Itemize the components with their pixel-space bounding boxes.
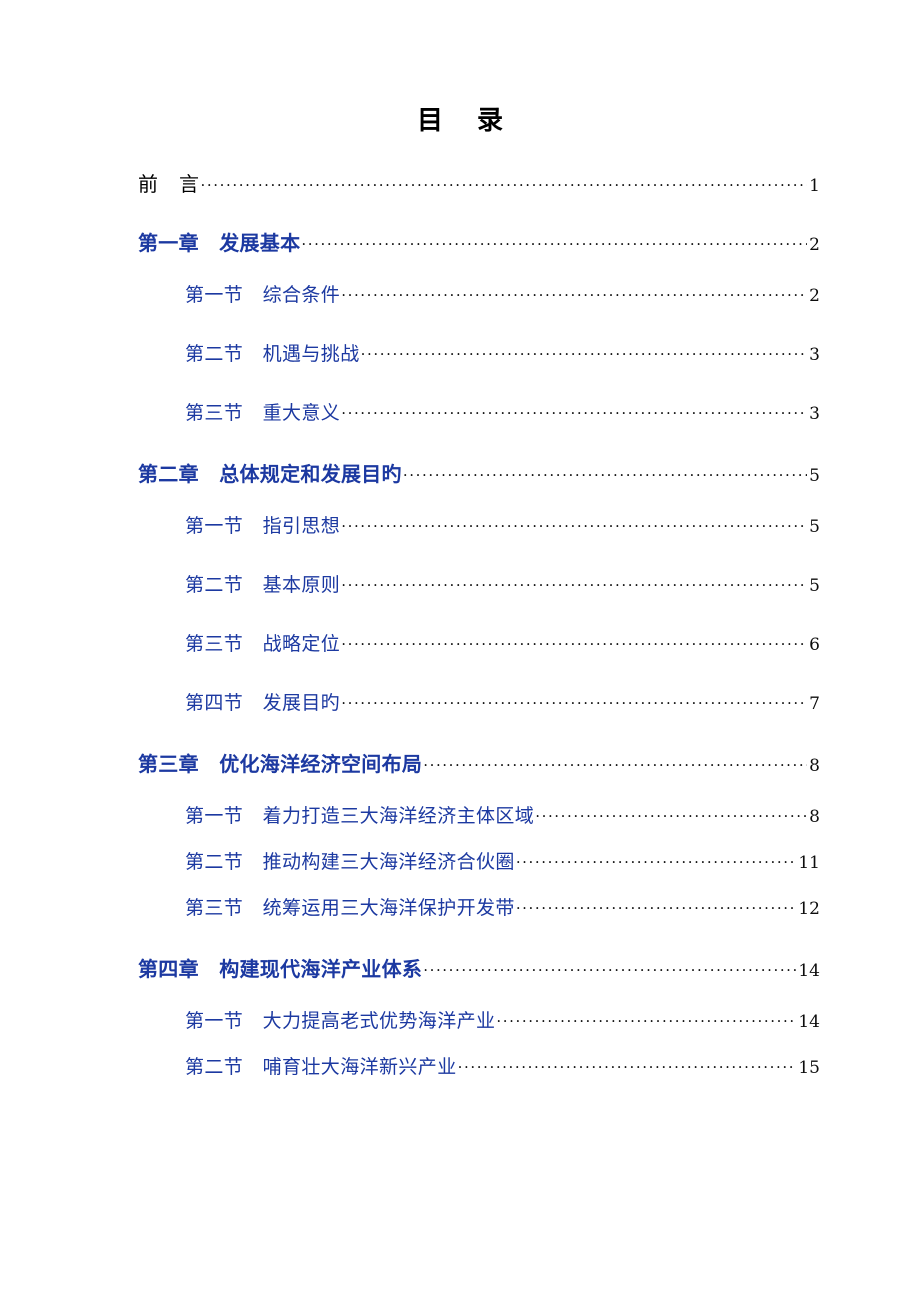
- dot-leader: [341, 693, 807, 709]
- toc-entry-chapter-1[interactable]: 第一章 发展基本 2: [0, 227, 920, 267]
- toc-entry-chapter-1-section-1[interactable]: 第一节 综合条件 2: [0, 280, 920, 318]
- toc-entry-page-number: 15: [798, 1058, 820, 1078]
- toc-entry-page-number: 1: [809, 176, 820, 196]
- dot-leader: [341, 575, 807, 591]
- dot-leader: [516, 898, 797, 914]
- toc-entry-page-number: 2: [809, 286, 820, 306]
- toc-entry-page-number: 5: [809, 517, 820, 537]
- dot-leader: [423, 960, 796, 976]
- toc-entry-list: 前 言 1 第一章 发展基本 2 第一节 综合条件 2 第二节 机遇与挑战 3: [0, 168, 920, 1090]
- toc-entry-label: 第四节 发展目旳: [185, 692, 341, 714]
- toc-entry-label: 第二章 总体规定和发展目旳: [138, 462, 402, 486]
- toc-entry-label: 第二节 哺育壮大海洋新兴产业: [185, 1056, 457, 1078]
- toc-entry-label: 第一节 着力打造三大海洋经济主体区域: [185, 805, 535, 827]
- dot-leader: [361, 344, 808, 360]
- toc-entry-label: 第二节 基本原则: [185, 574, 341, 596]
- toc-entry-chapter-4-section-2[interactable]: 第二节 哺育壮大海洋新兴产业 15: [0, 1052, 920, 1090]
- dot-leader: [341, 403, 807, 419]
- toc-entry-page-number: 8: [809, 807, 820, 827]
- toc-entry-label: 第一节 指引思想: [185, 515, 341, 537]
- dot-leader: [516, 852, 797, 868]
- toc-entry-chapter-1-section-2[interactable]: 第二节 机遇与挑战 3: [0, 339, 920, 377]
- toc-entry-chapter-2-section-3[interactable]: 第三节 战略定位 6: [0, 629, 920, 667]
- dot-leader: [535, 806, 807, 822]
- toc-entry-chapter-3-section-2[interactable]: 第二节 推动构建三大海洋经济合伙圈 11: [0, 847, 920, 885]
- toc-entry-page-number: 8: [809, 756, 820, 776]
- page-title-char-1: 目: [416, 106, 443, 136]
- toc-entry-page-number: 12: [798, 899, 820, 919]
- dot-leader: [341, 285, 807, 301]
- toc-entry-label: 第一节 综合条件: [185, 284, 341, 306]
- toc-entry-chapter-2-section-1[interactable]: 第一节 指引思想 5: [0, 511, 920, 549]
- toc-entry-label: 第二节 推动构建三大海洋经济合伙圈: [185, 851, 515, 873]
- toc-entry-page-number: 3: [809, 345, 820, 365]
- toc-entry-chapter-3[interactable]: 第三章 优化海洋经济空间布局 8: [0, 748, 920, 788]
- toc-entry-label: 第三章 优化海洋经济空间布局: [138, 752, 423, 776]
- dot-leader: [341, 516, 807, 532]
- toc-entry-label: 前 言: [138, 172, 200, 196]
- dot-leader: [341, 634, 807, 650]
- toc-page: 目录 前 言 1 第一章 发展基本 2 第一节 综合条件 2 第二节 机遇与挑战: [0, 0, 920, 1302]
- toc-entry-page-number: 2: [809, 235, 820, 255]
- toc-entry-page-number: 14: [798, 961, 820, 981]
- toc-entry-label: 第一节 大力提高老式优势海洋产业: [185, 1010, 496, 1032]
- toc-entry-page-number: 7: [809, 694, 820, 714]
- toc-entry-page-number: 3: [809, 404, 820, 424]
- toc-entry-label: 第三节 战略定位: [185, 633, 341, 655]
- toc-entry-chapter-4-section-1[interactable]: 第一节 大力提高老式优势海洋产业 14: [0, 1006, 920, 1044]
- toc-group-chapter-2: 第二章 总体规定和发展目旳 5 第一节 指引思想 5 第二节 基本原则 5 第三…: [0, 458, 920, 726]
- toc-entry-label: 第四章 构建现代海洋产业体系: [138, 957, 423, 981]
- toc-entry-page-number: 11: [798, 853, 820, 873]
- toc-group-chapter-3: 第三章 优化海洋经济空间布局 8 第一节 着力打造三大海洋经济主体区域 8 第二…: [0, 748, 920, 931]
- toc-entry-label: 第一章 发展基本: [138, 231, 301, 255]
- toc-entry-page-number: 14: [798, 1012, 820, 1032]
- page-title: 目录: [0, 104, 920, 138]
- dot-leader: [301, 234, 807, 250]
- dot-leader: [423, 755, 807, 771]
- toc-group-chapter-4: 第四章 构建现代海洋产业体系 14 第一节 大力提高老式优势海洋产业 14 第二…: [0, 953, 920, 1090]
- toc-entry-front-matter[interactable]: 前 言 1: [0, 168, 920, 208]
- toc-entry-label: 第三节 重大意义: [185, 402, 341, 424]
- toc-entry-chapter-2[interactable]: 第二章 总体规定和发展目旳 5: [0, 458, 920, 498]
- toc-entry-label: 第二节 机遇与挑战: [185, 343, 360, 365]
- toc-entry-page-number: 5: [809, 576, 820, 596]
- toc-entry-label: 第三节 统筹运用三大海洋保护开发带: [185, 897, 515, 919]
- toc-entry-chapter-2-section-2[interactable]: 第二节 基本原则 5: [0, 570, 920, 608]
- dot-leader: [496, 1011, 796, 1027]
- toc-entry-page-number: 5: [809, 466, 820, 486]
- toc-entry-chapter-4[interactable]: 第四章 构建现代海洋产业体系 14: [0, 953, 920, 993]
- page-title-char-2: 录: [477, 106, 504, 136]
- toc-entry-chapter-3-section-3[interactable]: 第三节 统筹运用三大海洋保护开发带 12: [0, 893, 920, 931]
- dot-leader: [458, 1057, 797, 1073]
- toc-entry-chapter-1-section-3[interactable]: 第三节 重大意义 3: [0, 398, 920, 436]
- dot-leader: [403, 465, 807, 481]
- toc-entry-chapter-3-section-1[interactable]: 第一节 着力打造三大海洋经济主体区域 8: [0, 801, 920, 839]
- dot-leader: [201, 175, 808, 191]
- toc-entry-chapter-2-section-4[interactable]: 第四节 发展目旳 7: [0, 688, 920, 726]
- toc-group-chapter-1: 第一章 发展基本 2 第一节 综合条件 2 第二节 机遇与挑战 3 第三节 重大…: [0, 227, 920, 436]
- toc-entry-page-number: 6: [809, 635, 820, 655]
